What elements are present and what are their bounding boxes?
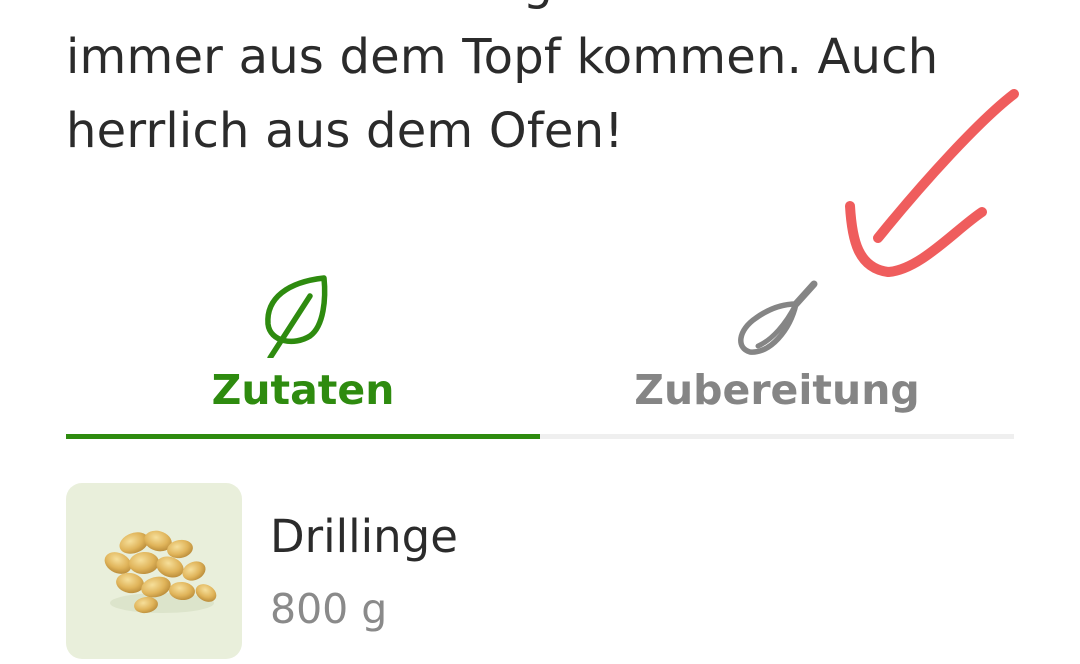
tab-ingredients-label: Zutaten <box>211 366 395 414</box>
potatoes-icon <box>104 530 217 614</box>
leaf-icon <box>265 275 328 358</box>
tab-preparation[interactable]: Zubereitung <box>540 262 1014 434</box>
ingredient-item[interactable]: Drillinge 800 g <box>66 483 1014 659</box>
whisk-icon <box>738 280 818 355</box>
recipe-tabs: Zutaten Zubereitung <box>66 262 1014 440</box>
ingredient-name: Drillinge <box>270 510 458 563</box>
tab-ingredients[interactable]: Zutaten <box>66 262 540 434</box>
ingredient-image <box>66 483 242 659</box>
annotation-arrow-icon <box>845 89 1019 278</box>
ingredient-amount: 800 g <box>270 585 388 633</box>
tab-preparation-label: Zubereitung <box>634 366 920 414</box>
description-line: Das leckere Saisongemüse muss nicht <box>66 0 1026 20</box>
active-tab-indicator <box>66 434 540 439</box>
